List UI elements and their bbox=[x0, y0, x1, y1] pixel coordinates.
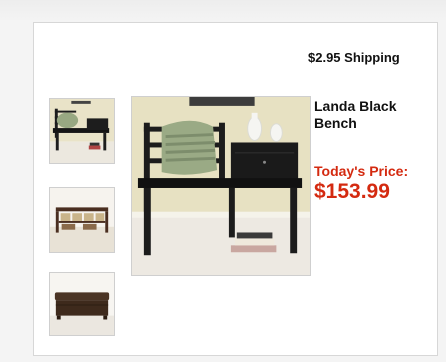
thumbnail-ottoman[interactable] bbox=[49, 272, 115, 336]
page-header-bar bbox=[0, 0, 446, 22]
main-product-image bbox=[131, 96, 311, 276]
product-price: $153.99 bbox=[314, 180, 390, 203]
ottoman-thumbnail-image bbox=[50, 273, 114, 335]
bench-image bbox=[132, 97, 310, 275]
thumbnail-storage-bench[interactable] bbox=[49, 187, 115, 253]
bench-thumbnail-image bbox=[50, 99, 114, 163]
product-title[interactable]: Landa Black Bench bbox=[314, 98, 434, 132]
price-label: Today's Price: bbox=[314, 163, 409, 179]
thumbnail-bench[interactable] bbox=[49, 98, 115, 164]
shipping-cost: $2.95 Shipping bbox=[308, 50, 400, 65]
storage-bench-thumbnail-image bbox=[50, 188, 114, 252]
